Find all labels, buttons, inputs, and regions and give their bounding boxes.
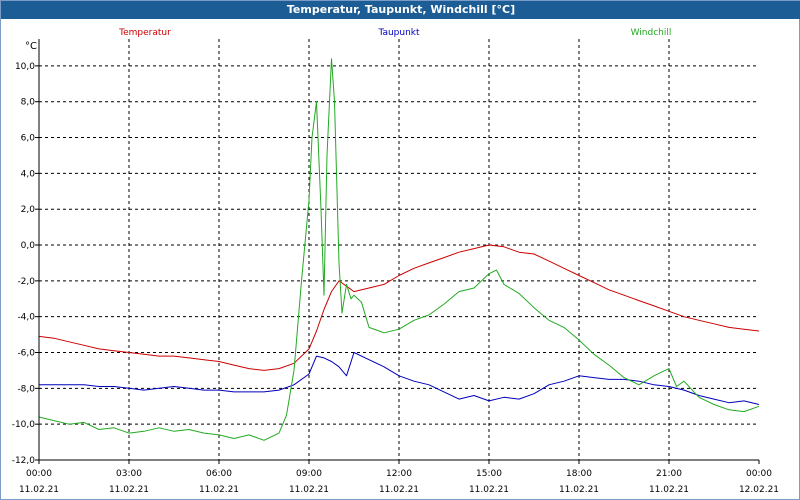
x-tick-date-label: 11.02.21 (379, 485, 419, 495)
y-tick-label: 8,0 (21, 98, 36, 108)
x-tick-time-label: 21:00 (656, 469, 682, 479)
y-tick-label: -8,0 (17, 384, 35, 394)
x-tick-time-label: 12:00 (386, 469, 412, 479)
line-chart: °C Temperatur Taupunkt Windchill -12,0 -10,… (12, 28, 779, 495)
y-axis-label: °C (25, 41, 37, 52)
x-tick-time-label: 15:00 (476, 469, 502, 479)
x-tick-time-label: 03:00 (116, 469, 142, 479)
x-tick-date-label: 11.02.21 (289, 485, 329, 495)
legend-entry-temperatur: Temperatur (118, 28, 171, 38)
y-tick-label: -4,0 (17, 313, 35, 323)
x-tick-date-label: 11.02.21 (649, 485, 689, 495)
y-tick-label: 4,0 (21, 169, 36, 179)
grid (39, 39, 759, 461)
x-tick-date-label: 11.02.21 (109, 485, 149, 495)
legend-entry-windchill: Windchill (631, 28, 672, 38)
y-tick-label: -2,0 (17, 277, 35, 287)
x-tick-time-label: 00:00 (746, 469, 772, 479)
y-tick-label: -6,0 (17, 349, 35, 359)
x-tick-date-label: 11.02.21 (19, 485, 59, 495)
legend: Temperatur Taupunkt Windchill (118, 28, 671, 38)
x-tick-date-label: 11.02.21 (199, 485, 239, 495)
x-tick-time-label: 00:00 (26, 469, 52, 479)
x-tick-date-label: 11.02.21 (559, 485, 599, 495)
x-tick-time-label: 18:00 (566, 469, 592, 479)
x-tick-time-label: 06:00 (206, 469, 232, 479)
x-tick-time-label: 09:00 (296, 469, 322, 479)
y-tick-label: 6,0 (21, 134, 36, 144)
legend-entry-taupunkt: Taupunkt (377, 28, 420, 38)
y-tick-label: -12,0 (12, 456, 36, 466)
chart-window: Temperatur, Taupunkt, Windchill [°C] °C … (0, 0, 800, 500)
y-tick-label: 0,0 (21, 241, 36, 251)
y-tick-label: -10,0 (12, 420, 36, 430)
y-tick-label: 2,0 (21, 205, 36, 215)
axes: -12,0 -10,0 -8,0 -6,0 -4,0 -2,0 0,0 2,0 4,0 6,0 8,… (12, 39, 779, 495)
y-tick-label: 10,0 (15, 62, 35, 72)
x-tick-date-label: 12.02.21 (739, 485, 779, 495)
x-tick-date-label: 11.02.21 (469, 485, 509, 495)
series-line-taupunkt (39, 352, 760, 405)
